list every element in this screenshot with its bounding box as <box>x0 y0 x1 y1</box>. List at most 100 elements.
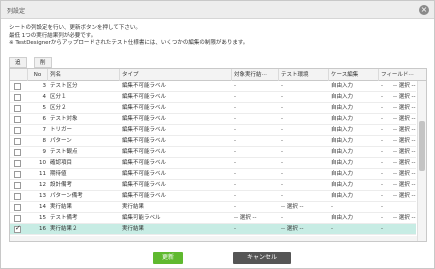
row-field-dropdown[interactable]: -- 選択 -- <box>391 114 416 125</box>
row-checkbox[interactable] <box>14 83 21 90</box>
row-type[interactable]: 編集不可能ラベル <box>120 147 232 158</box>
add-button[interactable]: 追加 <box>9 57 27 77</box>
row-column-name[interactable]: 区分１ <box>48 92 120 103</box>
row-case-edit[interactable]: 自由入力 <box>329 103 379 114</box>
row-type[interactable]: 編集可能ラベル <box>120 213 232 224</box>
row-column-name[interactable]: 期待値 <box>48 169 120 180</box>
row-field-dropdown[interactable]: -- 選択 -- <box>391 125 416 136</box>
row-field-dropdown[interactable]: -- 選択 -- <box>391 191 416 202</box>
row-checkbox[interactable] <box>14 215 21 222</box>
row-target[interactable]: - <box>232 224 279 235</box>
row-type[interactable]: 編集不可能ラベル <box>120 180 232 191</box>
header-no[interactable]: No <box>28 69 48 81</box>
row-target[interactable]: -- 選択 -- <box>232 213 279 224</box>
row-checkbox[interactable] <box>14 116 21 123</box>
row-target[interactable]: - <box>232 158 279 169</box>
delete-button[interactable]: 削除 <box>34 57 52 77</box>
row-case-edit[interactable]: 自由入力 <box>329 191 379 202</box>
row-env[interactable]: -- 選択 -- <box>279 202 329 213</box>
row-field-dropdown[interactable]: -- 選択 -- <box>391 136 416 147</box>
header-column-name[interactable]: 列名 <box>48 69 120 81</box>
row-checkbox[interactable] <box>14 171 21 178</box>
table-row[interactable]: 3 テスト区分 編集不可能ラベル - - 自由入力 - <box>10 81 416 92</box>
row-env[interactable]: - <box>279 136 329 147</box>
row-column-name[interactable]: パターン <box>48 136 120 147</box>
row-type[interactable]: 編集不可能ラベル <box>120 158 232 169</box>
row-column-name[interactable]: テスト備考 <box>48 213 120 224</box>
row-env[interactable]: - <box>279 169 329 180</box>
row-field-dropdown[interactable]: -- 選択 -- <box>391 169 416 180</box>
row-type[interactable]: 実行結果 <box>120 224 232 235</box>
row-case-edit[interactable]: 自由入力 <box>329 125 379 136</box>
row-env[interactable]: - <box>279 81 329 92</box>
row-type[interactable]: 編集不可能ラベル <box>120 169 232 180</box>
row-checkbox[interactable] <box>14 193 21 200</box>
row-env[interactable]: - <box>279 191 329 202</box>
table-row[interactable]: 5 区分２ 編集不可能ラベル - - 自由入力 - <box>10 103 416 114</box>
table-row[interactable]: 12 設計備考 編集不可能ラベル - - 自由入力 - <box>10 180 416 191</box>
header-target[interactable]: 対象実行結⋯ <box>232 69 279 81</box>
row-case-edit[interactable]: 自由入力 <box>329 81 379 92</box>
row-checkbox[interactable] <box>14 94 21 101</box>
row-column-name[interactable]: トリガー <box>48 125 120 136</box>
vertical-scrollbar[interactable] <box>417 81 426 241</box>
row-case-edit[interactable]: 自由入力 <box>329 147 379 158</box>
row-column-name[interactable]: テスト対象 <box>48 114 120 125</box>
row-field-dropdown[interactable]: -- 選択 -- <box>391 103 416 114</box>
close-icon[interactable]: × <box>419 5 429 15</box>
row-env[interactable]: - <box>279 125 329 136</box>
row-target[interactable]: - <box>232 180 279 191</box>
row-target[interactable]: - <box>232 114 279 125</box>
row-column-name[interactable]: 確認項目 <box>48 158 120 169</box>
row-env[interactable]: - <box>279 114 329 125</box>
scrollbar-thumb[interactable] <box>419 121 425 171</box>
row-field-dropdown[interactable]: -- 選択 -- <box>391 213 416 224</box>
row-column-name[interactable]: 実行結果２ <box>48 224 120 235</box>
horizontal-scrollbar[interactable] <box>10 236 417 241</box>
row-case-edit[interactable]: 自由入力 <box>329 114 379 125</box>
table-row[interactable]: 15 テスト備考 編集可能ラベル -- 選択 -- - 自由入力 - <box>10 213 416 224</box>
row-env[interactable]: - <box>279 103 329 114</box>
row-type[interactable]: 編集不可能ラベル <box>120 191 232 202</box>
row-case-edit[interactable]: 自由入力 <box>329 92 379 103</box>
row-checkbox[interactable] <box>14 149 21 156</box>
row-target[interactable]: - <box>232 103 279 114</box>
row-type[interactable]: 編集不可能ラベル <box>120 114 232 125</box>
table-row[interactable]: 11 期待値 編集不可能ラベル - - 自由入力 - <box>10 169 416 180</box>
row-env[interactable]: - <box>279 158 329 169</box>
table-row[interactable]: 14 実行結果 実行結果 - -- 選択 -- - - <box>10 202 416 213</box>
table-row[interactable]: 9 テスト観点 編集不可能ラベル - - 自由入力 - <box>10 147 416 158</box>
row-checkbox[interactable] <box>14 224 21 233</box>
row-target[interactable]: - <box>232 169 279 180</box>
row-target[interactable]: - <box>232 202 279 213</box>
row-type[interactable]: 編集不可能ラベル <box>120 103 232 114</box>
row-field-dropdown[interactable]: -- 選択 -- <box>391 180 416 191</box>
row-column-name[interactable]: 区分２ <box>48 103 120 114</box>
row-field-dropdown[interactable]: -- 選択 -- <box>391 81 416 92</box>
update-button[interactable]: 更新 <box>153 252 183 264</box>
row-column-name[interactable]: 実行結果 <box>48 202 120 213</box>
row-target[interactable]: - <box>232 125 279 136</box>
table-row[interactable]: 4 区分１ 編集不可能ラベル - - 自由入力 - <box>10 92 416 103</box>
row-column-name[interactable]: パターン備考 <box>48 191 120 202</box>
row-env[interactable]: -- 選択 -- <box>279 224 329 235</box>
row-case-edit[interactable]: 自由入力 <box>329 213 379 224</box>
row-case-edit[interactable]: - <box>329 202 379 213</box>
header-field[interactable]: フィールド⋯ <box>379 69 426 81</box>
row-target[interactable]: - <box>232 92 279 103</box>
row-checkbox[interactable] <box>14 105 21 112</box>
row-target[interactable]: - <box>232 81 279 92</box>
row-type[interactable]: 編集不可能ラベル <box>120 136 232 147</box>
row-case-edit[interactable]: 自由入力 <box>329 158 379 169</box>
header-env[interactable]: テスト環境 <box>279 69 329 81</box>
row-column-name[interactable]: テスト観点 <box>48 147 120 158</box>
row-checkbox[interactable] <box>14 160 21 167</box>
table-row[interactable]: 7 トリガー 編集不可能ラベル - - 自由入力 - <box>10 125 416 136</box>
row-target[interactable]: - <box>232 191 279 202</box>
row-env[interactable]: - <box>279 180 329 191</box>
row-env[interactable]: - <box>279 92 329 103</box>
row-type[interactable]: 編集不可能ラベル <box>120 92 232 103</box>
header-type[interactable]: タイプ <box>120 69 232 81</box>
row-column-name[interactable]: 設計備考 <box>48 180 120 191</box>
row-column-name[interactable]: テスト区分 <box>48 81 120 92</box>
